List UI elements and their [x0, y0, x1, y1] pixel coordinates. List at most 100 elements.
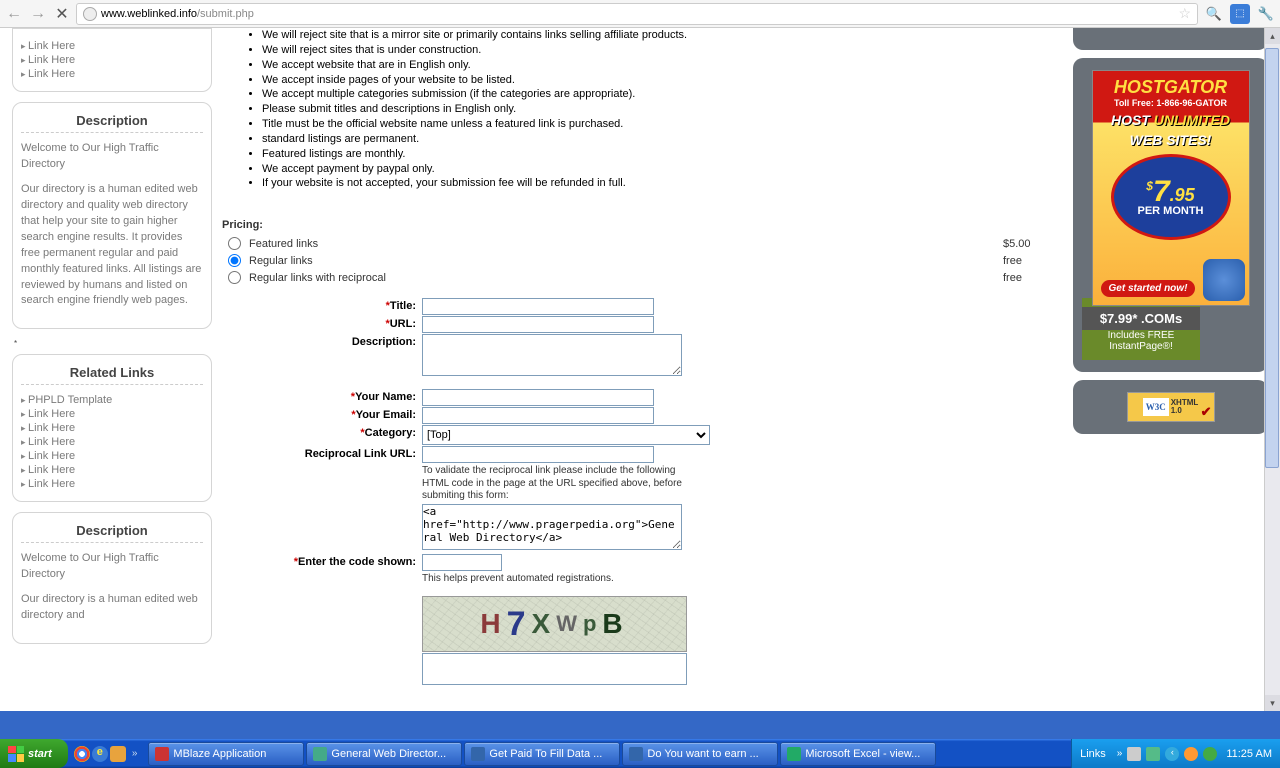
captcha-box — [422, 653, 687, 685]
pricing-radio[interactable] — [228, 254, 241, 267]
pricing-option: Featured links$5.00 — [222, 235, 1063, 252]
rule-item: Title must be the official website name … — [262, 117, 1063, 132]
pricing-radio[interactable] — [228, 271, 241, 284]
app-icon[interactable] — [110, 746, 126, 762]
url-bar[interactable]: www.weblinked.info/submit.php ☆ — [76, 3, 1198, 25]
pricing-label: Regular links with reciprocal — [249, 272, 1003, 284]
category-label: Category: — [365, 427, 416, 439]
sidebar-link[interactable]: Link Here — [21, 435, 203, 449]
tray-icon[interactable] — [1146, 747, 1160, 761]
title-label: Title: — [390, 300, 416, 312]
task-label: Do You want to earn ... — [647, 748, 758, 760]
rule-item: We will reject sites that is under const… — [262, 43, 1063, 58]
scroll-up-arrow[interactable]: ▴ — [1265, 28, 1280, 44]
taskbar-button[interactable]: Get Paid To Fill Data ... — [464, 742, 620, 766]
chevron-icon[interactable]: » — [128, 748, 142, 759]
app-icon — [471, 747, 485, 761]
taskbar-button[interactable]: Microsoft Excel - view... — [780, 742, 936, 766]
description-box-2: Description Welcome to Our High Traffic … — [12, 512, 212, 644]
links-toolbar-label[interactable]: Links — [1080, 748, 1106, 760]
rule-item: We will reject site that is a mirror sit… — [262, 28, 1063, 43]
sidebar-link[interactable]: Link Here — [21, 53, 203, 67]
rule-item: Please submit titles and descriptions in… — [262, 102, 1063, 117]
pricing-radio[interactable] — [228, 237, 241, 250]
system-clock[interactable]: 11:25 AM — [1226, 748, 1272, 760]
desc-body: Our directory is a human edited web dire… — [21, 182, 203, 310]
sidebar-link[interactable]: Link Here — [21, 463, 203, 477]
start-button[interactable]: start — [0, 739, 68, 768]
rule-item: We accept website that are in English on… — [262, 58, 1063, 73]
scroll-down-arrow[interactable]: ▾ — [1265, 695, 1280, 711]
tray-icon[interactable] — [1184, 747, 1198, 761]
hostgator-ad[interactable]: HOSTGATOR Toll Free: 1-866-96-GATOR HOST… — [1092, 70, 1250, 306]
chevron-icon[interactable]: » — [1117, 748, 1123, 759]
godaddy-ad[interactable]: $7.99* .COMs Includes FREE InstantPage®! — [1082, 298, 1200, 360]
rule-item: Featured listings are monthly. — [262, 147, 1063, 162]
ie-icon[interactable]: e — [92, 746, 108, 762]
desc-body: Our directory is a human edited web dire… — [21, 592, 203, 624]
taskbar-button[interactable]: MBlaze Application — [148, 742, 304, 766]
xhtml-valid-badge[interactable]: W3C XHTML 1.0 ✔ — [1127, 392, 1215, 422]
description-box: Description Welcome to Our High Traffic … — [12, 102, 212, 329]
task-label: General Web Director... — [331, 748, 446, 760]
app-icon — [313, 747, 327, 761]
taskbar-button[interactable]: Do You want to earn ... — [622, 742, 778, 766]
app-icon — [155, 747, 169, 761]
name-input[interactable] — [422, 389, 654, 406]
back-button[interactable]: ← — [4, 4, 24, 24]
task-label: MBlaze Application — [173, 748, 266, 760]
wrench-icon[interactable]: 🔧 — [1256, 4, 1276, 24]
app-icon — [629, 747, 643, 761]
bookmark-star-icon[interactable]: ☆ — [1178, 5, 1191, 22]
sidebar-link[interactable]: Link Here — [21, 39, 203, 53]
sidebar-link[interactable]: Link Here — [21, 449, 203, 463]
description-input[interactable] — [422, 334, 682, 376]
desc-heading: Welcome to Our High Traffic Directory — [21, 551, 203, 583]
email-input[interactable] — [422, 407, 654, 424]
category-select[interactable]: [Top] — [422, 425, 710, 445]
scroll-thumb[interactable] — [1265, 48, 1279, 468]
box-title: Description — [21, 113, 203, 128]
box-title: Description — [21, 523, 203, 538]
sidebar-link[interactable]: Link Here — [21, 477, 203, 491]
main-content: We will reject site that is a mirror sit… — [222, 28, 1063, 711]
sidebar-link[interactable]: Link Here — [21, 67, 203, 81]
pricing-price: free — [1003, 255, 1063, 267]
sidebar-link[interactable]: Link Here — [21, 421, 203, 435]
related-links-box: Related Links PHPLD Template Link Here L… — [12, 354, 212, 502]
tray-icon[interactable] — [1203, 747, 1217, 761]
stop-button[interactable]: ✕ — [52, 4, 72, 24]
rule-item: We accept multiple categories submission… — [262, 87, 1063, 102]
chrome-icon[interactable] — [74, 746, 90, 762]
taskbar-button[interactable]: General Web Director... — [306, 742, 462, 766]
description-label: Description: — [352, 336, 416, 348]
reciprocal-label: Reciprocal Link URL: — [305, 448, 416, 460]
vertical-scrollbar[interactable]: ▴ ▾ — [1264, 28, 1280, 711]
app-icon — [787, 747, 801, 761]
sidebar-link[interactable]: Link Here — [21, 407, 203, 421]
tray-icon[interactable] — [1127, 747, 1141, 761]
rule-item: standard listings are permanent. — [262, 132, 1063, 147]
reciprocal-input[interactable] — [422, 446, 654, 463]
system-tray: Links » ‹ 11:25 AM — [1071, 739, 1280, 768]
forward-button[interactable]: → — [28, 4, 48, 24]
code-label: Enter the code shown: — [298, 556, 416, 568]
sidebar-link[interactable]: PHPLD Template — [21, 393, 203, 407]
desc-heading: Welcome to Our High Traffic Directory — [21, 141, 203, 173]
extension-icon[interactable]: ⬚ — [1230, 4, 1250, 24]
title-input[interactable] — [422, 298, 654, 315]
xhtml-badge-box: W3C XHTML 1.0 ✔ — [1073, 380, 1268, 434]
tray-chevron-icon[interactable]: ‹ — [1165, 747, 1179, 761]
stats-box — [1073, 28, 1268, 50]
pricing-label: Regular links — [249, 255, 1003, 267]
url-input[interactable] — [422, 316, 654, 333]
pricing-option: Regular links with reciprocalfree — [222, 269, 1063, 286]
reciprocal-code[interactable] — [422, 504, 682, 550]
pricing-label: Featured links — [249, 238, 1003, 250]
task-label: Microsoft Excel - view... — [805, 748, 920, 760]
captcha-input[interactable] — [422, 554, 502, 571]
security-icon[interactable]: 🔍 — [1204, 4, 1224, 24]
pricing-option: Regular linksfree — [222, 252, 1063, 269]
url-label: URL: — [390, 318, 416, 330]
rule-item: We accept inside pages of your website t… — [262, 73, 1063, 88]
